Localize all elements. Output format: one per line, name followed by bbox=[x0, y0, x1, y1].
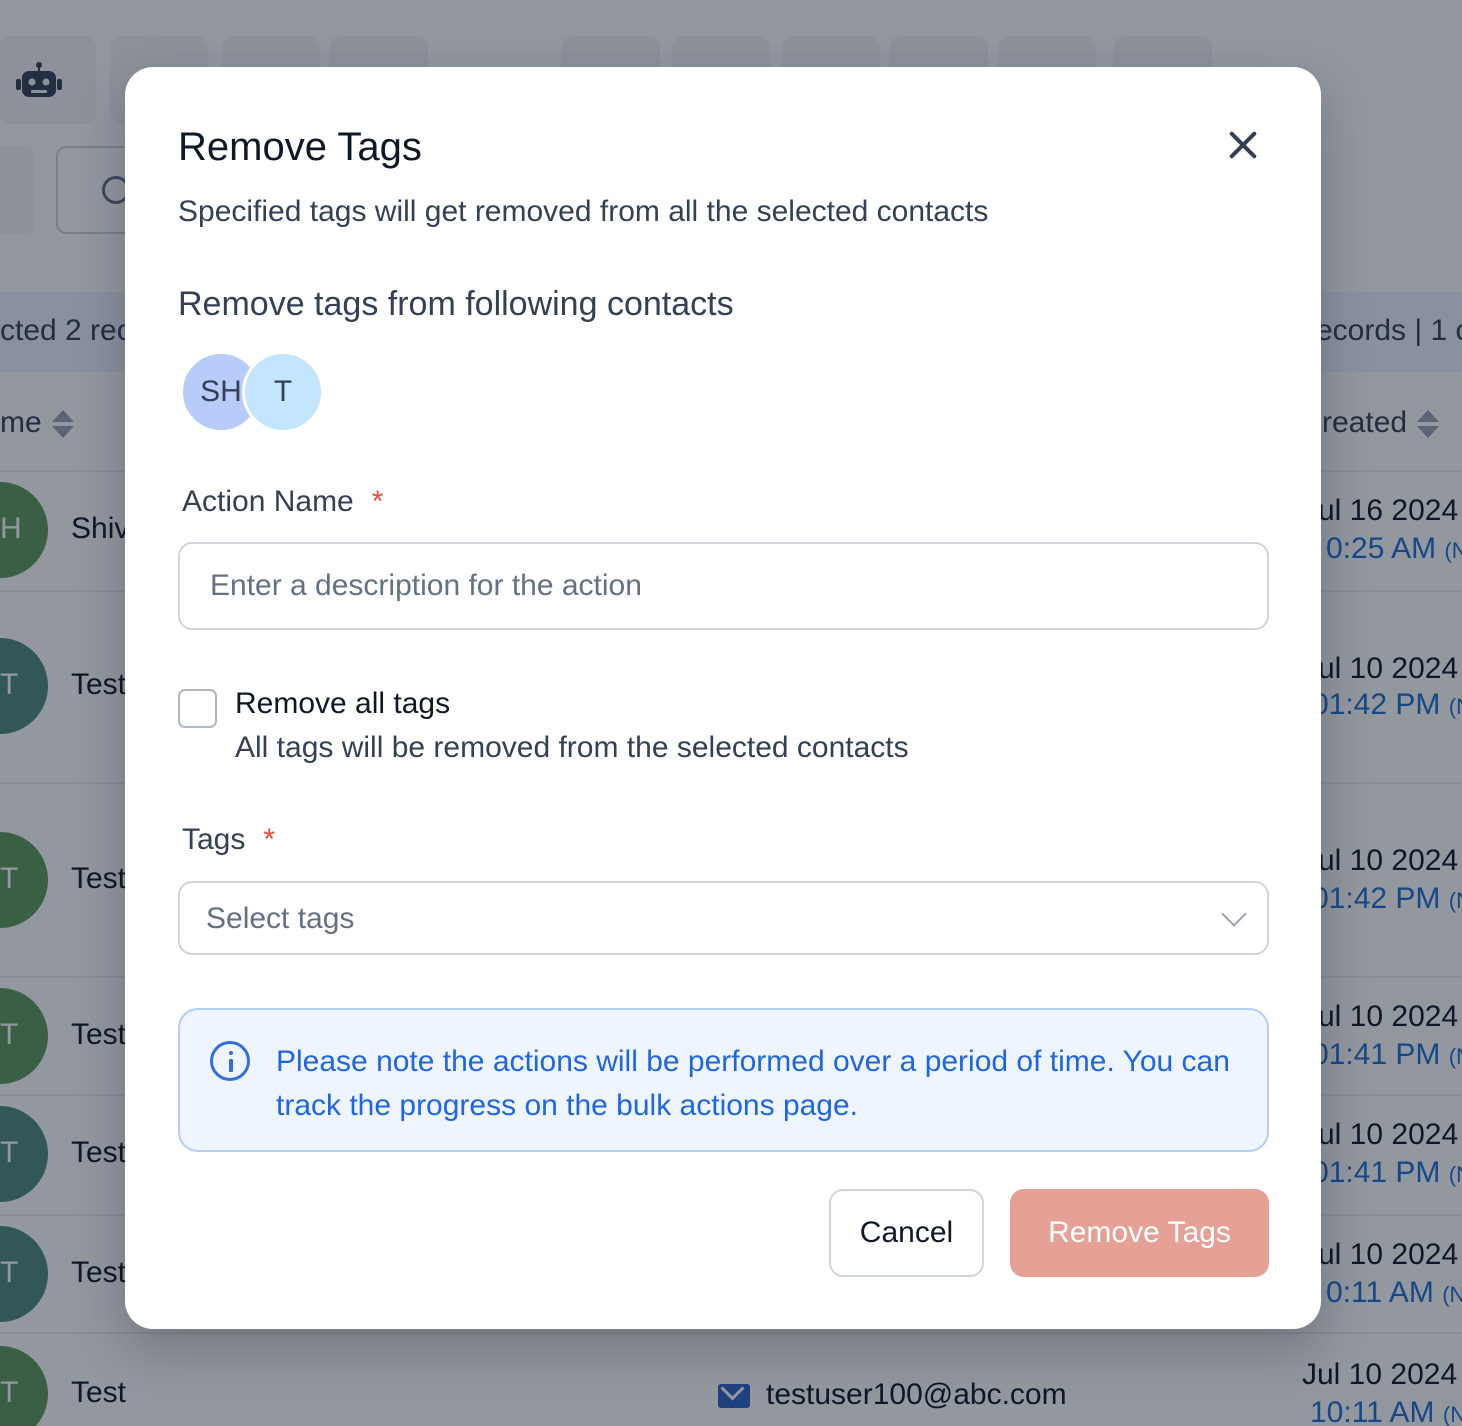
avatar: T bbox=[242, 351, 324, 433]
remove-all-tags-label[interactable]: Remove all tags bbox=[235, 687, 450, 721]
tags-select[interactable]: Select tags bbox=[178, 881, 1269, 955]
required-mark: * bbox=[263, 823, 276, 856]
info-icon bbox=[210, 1041, 250, 1081]
dialog-subtitle: Specified tags will get removed from all… bbox=[178, 195, 989, 228]
remove-all-tags-description: All tags will be removed from the select… bbox=[235, 731, 909, 764]
action-name-label: Action Name * bbox=[182, 485, 384, 518]
chevron-down-icon bbox=[1221, 901, 1247, 927]
dialog-title: Remove Tags bbox=[178, 125, 422, 169]
info-note: Please note the actions will be performe… bbox=[178, 1008, 1269, 1152]
info-note-text: Please note the actions will be performe… bbox=[276, 1045, 1230, 1122]
remove-tags-dialog: Remove Tags Specified tags will get remo… bbox=[125, 67, 1321, 1329]
remove-all-tags-checkbox[interactable] bbox=[178, 689, 217, 728]
remove-tags-button[interactable]: Remove Tags bbox=[1010, 1189, 1269, 1277]
close-icon[interactable] bbox=[1223, 125, 1263, 165]
tags-label: Tags * bbox=[182, 823, 276, 856]
cancel-button[interactable]: Cancel bbox=[829, 1189, 984, 1277]
tags-placeholder: Select tags bbox=[206, 902, 355, 935]
contacts-section-title: Remove tags from following contacts bbox=[178, 285, 734, 323]
action-name-input[interactable] bbox=[178, 542, 1269, 630]
required-mark: * bbox=[371, 485, 384, 518]
selected-contacts-avatars: SH T bbox=[180, 351, 330, 433]
